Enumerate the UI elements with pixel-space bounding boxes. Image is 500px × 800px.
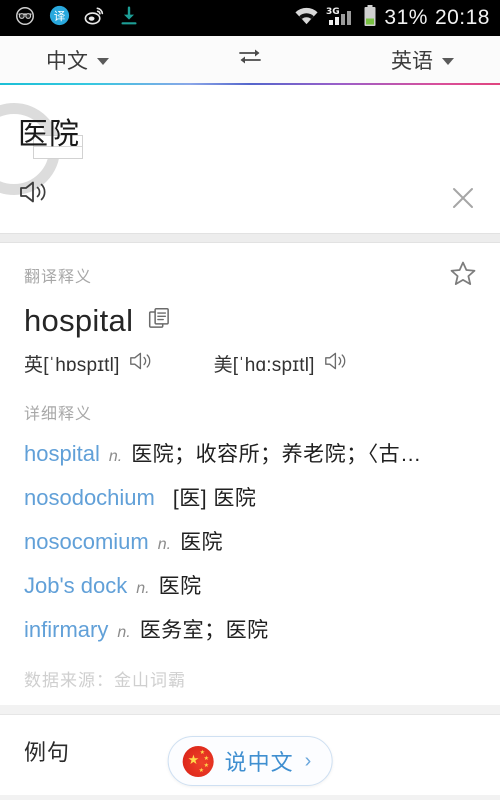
- target-language-label: 英语: [391, 49, 433, 73]
- detail-section-header: 详细释义: [24, 406, 93, 423]
- svg-text:3G: 3G: [326, 7, 340, 17]
- chevron-down-icon: [97, 57, 109, 65]
- svg-text:译: 译: [54, 9, 66, 23]
- swap-languages-button[interactable]: [235, 44, 265, 75]
- translated-word-row: hospital: [24, 303, 476, 339]
- flag-star-large: ★: [187, 751, 200, 767]
- translation-card-header: 翻译释义: [24, 269, 93, 286]
- data-source-label: 数据来源：金山词霸: [24, 671, 186, 690]
- battery-percent: 31%: [384, 6, 428, 29]
- definition-meaning: [医] 医院: [172, 487, 257, 510]
- clock: 20:18: [434, 6, 490, 29]
- source-language-selector[interactable]: 中文: [46, 45, 109, 75]
- definition-term[interactable]: nosodochium: [24, 485, 155, 511]
- definition-term[interactable]: hospital: [24, 441, 100, 467]
- list-item[interactable]: nosocomium n. 医院: [24, 526, 476, 556]
- play-query-audio-button[interactable]: [18, 177, 52, 212]
- search-input[interactable]: 医院: [18, 109, 80, 153]
- list-item[interactable]: hospital n. 医院；收容所；养老院；〈古…: [24, 438, 476, 468]
- glasses-emoji-icon: [14, 5, 36, 32]
- speak-button-label: 说中文: [224, 750, 294, 775]
- copy-icon[interactable]: [147, 306, 173, 337]
- list-item[interactable]: Job's dock n. 医院: [24, 570, 476, 600]
- speaker-icon: [18, 181, 52, 211]
- swap-arrows-icon: [235, 44, 265, 75]
- definition-meaning: 医务室；医院: [139, 619, 269, 642]
- search-area: 医院: [0, 85, 500, 233]
- chevron-right-icon: ›: [304, 749, 312, 772]
- definition-meaning: 医院；收容所；养老院；〈古…: [131, 443, 422, 466]
- translated-word: hospital: [24, 303, 134, 338]
- close-icon: [448, 188, 478, 217]
- language-bar: 中文 英语: [0, 36, 500, 83]
- star-outline-icon: [448, 261, 478, 293]
- definition-meaning: 医院: [158, 575, 202, 598]
- definition-pos: n.: [117, 624, 131, 641]
- uk-speaker-icon[interactable]: [128, 349, 156, 378]
- section-divider: [0, 233, 500, 243]
- wifi-icon: [294, 6, 319, 31]
- battery-icon: [363, 4, 377, 33]
- chevron-down-icon: [442, 57, 454, 65]
- definition-term[interactable]: nosocomium: [24, 529, 149, 555]
- app-root: 译 3G 31% 20:18 中文 英语 医院 翻译释义 hospital 英[…: [0, 0, 500, 800]
- uk-phonetic: 英[ˈhɒspɪtl]: [24, 355, 120, 376]
- status-bar-notification-icons: 译: [14, 4, 140, 32]
- source-language-label: 中文: [46, 49, 88, 73]
- flag-star-small: ★: [203, 762, 210, 769]
- signal-bars-icon: 3G: [326, 5, 356, 32]
- definition-term[interactable]: infirmary: [24, 617, 108, 643]
- definition-pos: n.: [136, 580, 150, 597]
- definition-meaning: 医院: [180, 531, 224, 554]
- list-item[interactable]: nosodochium [医] 医院: [24, 482, 476, 512]
- status-bar-system-icons: 3G 31% 20:18: [294, 4, 490, 33]
- speak-chinese-button[interactable]: ★ ★ ★ ★ ★ 说中文 ›: [167, 736, 333, 786]
- us-speaker-icon[interactable]: [323, 349, 351, 378]
- us-phonetic: 美[ˈhɑ:spɪtl]: [213, 355, 315, 376]
- weibo-icon: [83, 4, 106, 32]
- flag-star-small: ★: [198, 767, 205, 774]
- definition-term[interactable]: Job's dock: [24, 573, 127, 599]
- status-bar: 译 3G 31% 20:18: [0, 0, 500, 36]
- translation-card: 翻译释义 hospital 英[ˈhɒspɪtl] 美[ˈhɑ:spɪtl] 详…: [0, 243, 500, 705]
- language-bar-container: 中文 英语: [0, 36, 500, 85]
- phonetics-row: 英[ˈhɒspɪtl] 美[ˈhɑ:spɪtl]: [24, 349, 476, 378]
- download-icon: [118, 5, 140, 32]
- flag-star-small: ★: [203, 755, 210, 762]
- definition-pos: n.: [157, 536, 172, 553]
- target-language-selector[interactable]: 英语: [391, 45, 454, 75]
- clear-search-button[interactable]: [448, 183, 478, 218]
- translate-app-icon: 译: [48, 4, 71, 32]
- definition-pos: n.: [108, 448, 123, 465]
- favorite-button[interactable]: [448, 259, 478, 294]
- china-flag-icon: ★ ★ ★ ★ ★: [182, 745, 214, 777]
- list-item[interactable]: infirmary n. 医务室；医院: [24, 614, 476, 644]
